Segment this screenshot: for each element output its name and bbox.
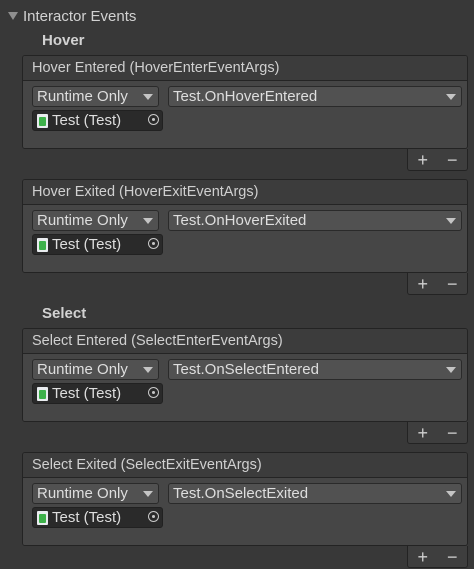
event-title: Hover Exited (HoverExitEventArgs)	[23, 180, 467, 205]
function-dropdown[interactable]: Test.OnSelectExited	[168, 483, 462, 504]
event-select-exited: Select Exited (SelectExitEventArgs) Runt…	[22, 452, 468, 568]
function-dropdown[interactable]: Test.OnHoverEntered	[168, 86, 462, 107]
target-object-value: Test (Test)	[52, 112, 122, 129]
event-hover-entered: Hover Entered (HoverEnterEventArgs) Runt…	[22, 55, 468, 171]
object-picker-icon[interactable]	[148, 114, 159, 125]
runtime-mode-value: Runtime Only	[37, 212, 128, 229]
target-object-value: Test (Test)	[52, 509, 122, 526]
script-icon	[37, 386, 48, 401]
foldout-arrow-icon[interactable]	[8, 12, 18, 20]
remove-listener-button[interactable]: −	[442, 151, 462, 169]
function-dropdown[interactable]: Test.OnHoverExited	[168, 210, 462, 231]
event-panel: Hover Exited (HoverExitEventArgs) Runtim…	[22, 179, 468, 273]
target-object-field[interactable]: Test (Test)	[32, 234, 163, 255]
dropdown-arrow-icon	[446, 367, 456, 373]
dropdown-arrow-icon	[446, 94, 456, 100]
event-hover-exited: Hover Exited (HoverExitEventArgs) Runtim…	[22, 179, 468, 295]
target-object-field[interactable]: Test (Test)	[32, 110, 163, 131]
event-listener-row: Runtime Only Test.OnSelectExited Test (T…	[23, 478, 467, 545]
runtime-mode-dropdown[interactable]: Runtime Only	[32, 210, 159, 231]
script-icon	[37, 237, 48, 252]
function-dropdown[interactable]: Test.OnSelectEntered	[168, 359, 462, 380]
event-panel: Hover Entered (HoverEnterEventArgs) Runt…	[22, 55, 468, 149]
add-remove-bar: + −	[407, 422, 468, 444]
foldout-title: Interactor Events	[23, 7, 137, 25]
event-panel: Select Entered (SelectEnterEventArgs) Ru…	[22, 328, 468, 422]
event-select-entered: Select Entered (SelectEnterEventArgs) Ru…	[22, 328, 468, 444]
dropdown-arrow-icon	[143, 491, 153, 497]
target-object-field[interactable]: Test (Test)	[32, 507, 163, 528]
runtime-mode-value: Runtime Only	[37, 485, 128, 502]
remove-listener-button[interactable]: −	[442, 275, 462, 293]
event-title: Select Exited (SelectExitEventArgs)	[23, 453, 467, 478]
runtime-mode-dropdown[interactable]: Runtime Only	[32, 359, 159, 380]
dropdown-arrow-icon	[143, 218, 153, 224]
add-remove-bar: + −	[407, 546, 468, 568]
add-remove-bar: + −	[407, 149, 468, 171]
script-icon	[37, 510, 48, 525]
object-picker-icon[interactable]	[148, 511, 159, 522]
runtime-mode-dropdown[interactable]: Runtime Only	[32, 86, 159, 107]
dropdown-arrow-icon	[446, 218, 456, 224]
target-object-value: Test (Test)	[52, 236, 122, 253]
add-listener-button[interactable]: +	[413, 151, 433, 169]
add-remove-bar: + −	[407, 273, 468, 295]
remove-listener-button[interactable]: −	[442, 548, 462, 566]
event-title: Hover Entered (HoverEnterEventArgs)	[23, 56, 467, 81]
event-title: Select Entered (SelectEnterEventArgs)	[23, 329, 467, 354]
function-value: Test.OnHoverExited	[173, 212, 307, 229]
event-listener-row: Runtime Only Test.OnHoverEntered Test (T…	[23, 81, 467, 148]
runtime-mode-value: Runtime Only	[37, 361, 128, 378]
object-picker-icon[interactable]	[148, 238, 159, 249]
add-listener-button[interactable]: +	[413, 548, 433, 566]
runtime-mode-dropdown[interactable]: Runtime Only	[32, 483, 159, 504]
event-panel: Select Exited (SelectExitEventArgs) Runt…	[22, 452, 468, 546]
dropdown-arrow-icon	[446, 491, 456, 497]
function-value: Test.OnHoverEntered	[173, 88, 318, 105]
object-picker-icon[interactable]	[148, 387, 159, 398]
event-listener-row: Runtime Only Test.OnHoverExited Test (Te…	[23, 205, 467, 272]
dropdown-arrow-icon	[143, 94, 153, 100]
event-listener-row: Runtime Only Test.OnSelectEntered Test (…	[23, 354, 467, 421]
runtime-mode-value: Runtime Only	[37, 88, 128, 105]
function-value: Test.OnSelectEntered	[173, 361, 319, 378]
dropdown-arrow-icon	[143, 367, 153, 373]
interactor-events-foldout[interactable]: Interactor Events	[6, 6, 136, 26]
target-object-value: Test (Test)	[52, 385, 122, 402]
remove-listener-button[interactable]: −	[442, 424, 462, 442]
add-listener-button[interactable]: +	[413, 275, 433, 293]
script-icon	[37, 113, 48, 128]
function-value: Test.OnSelectExited	[173, 485, 309, 502]
target-object-field[interactable]: Test (Test)	[32, 383, 163, 404]
add-listener-button[interactable]: +	[413, 424, 433, 442]
section-header-hover: Hover	[42, 32, 85, 49]
section-header-select: Select	[42, 305, 87, 322]
